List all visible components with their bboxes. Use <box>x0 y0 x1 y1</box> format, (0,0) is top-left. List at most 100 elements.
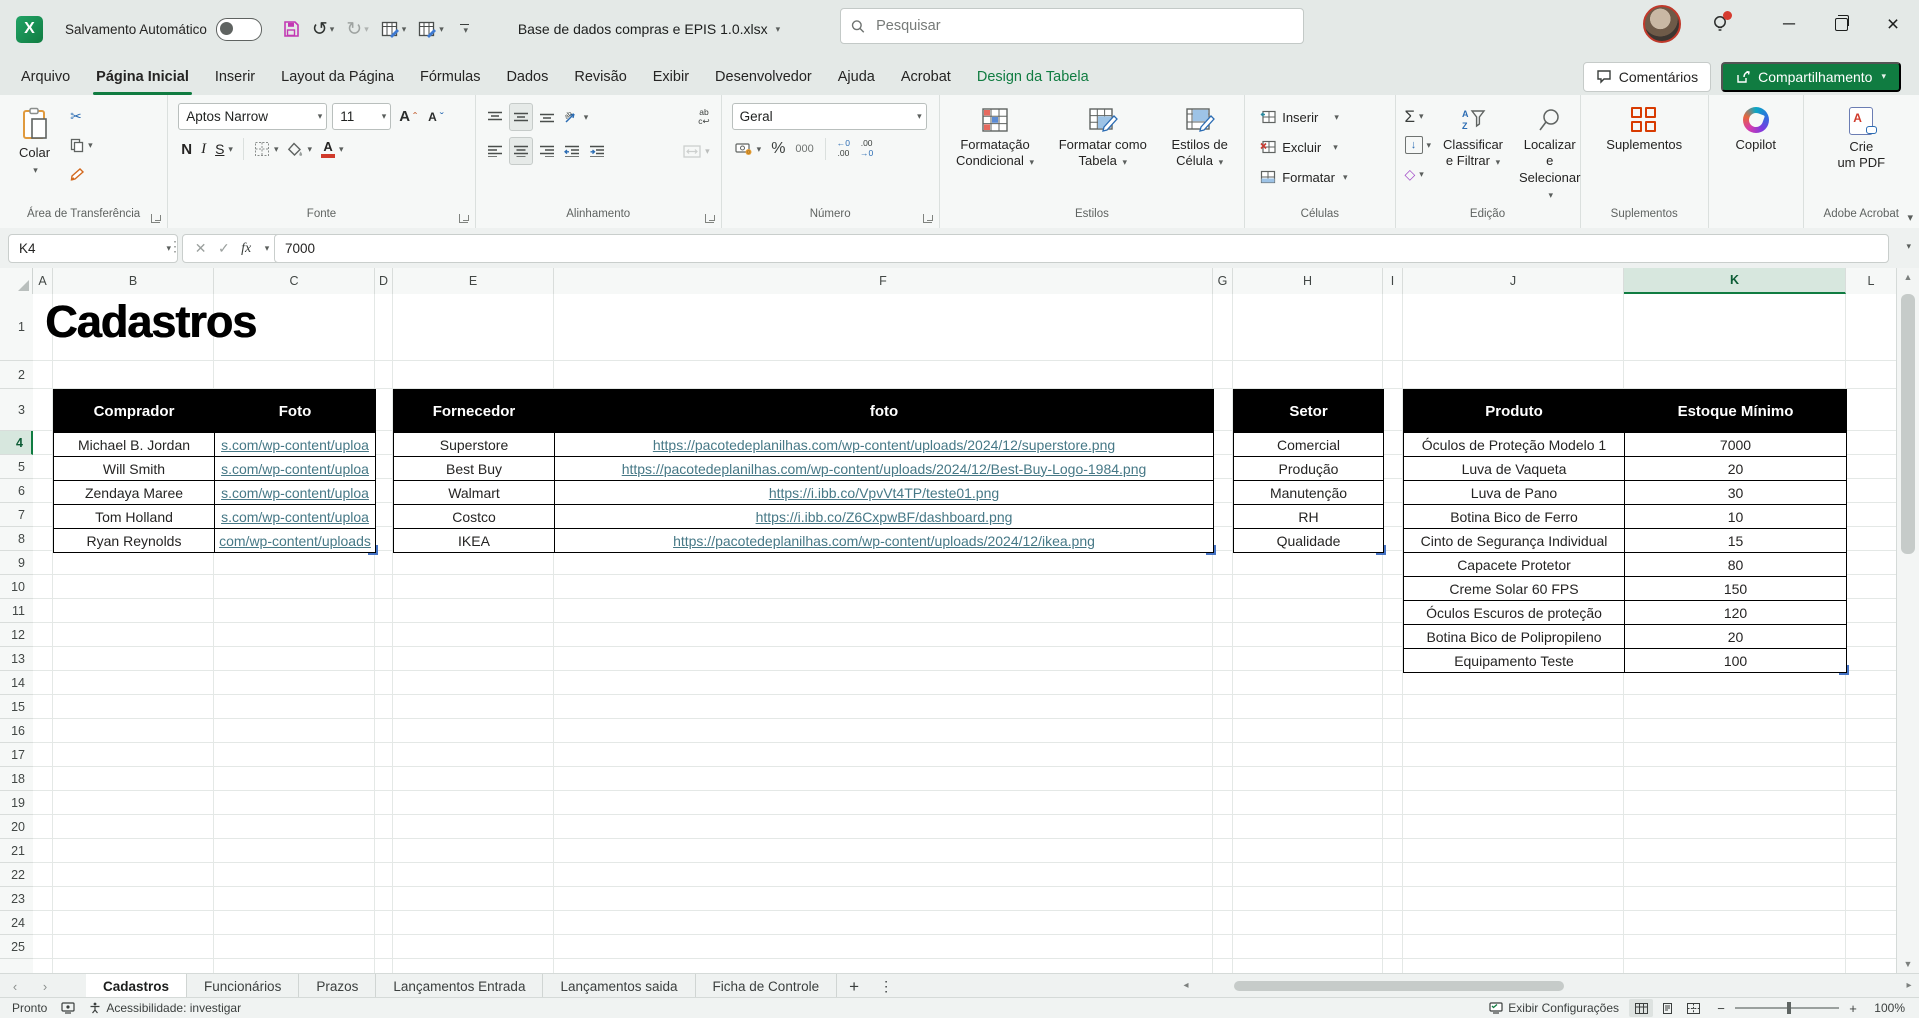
copy-button[interactable] <box>67 132 96 158</box>
close-button[interactable]: × <box>1867 2 1919 46</box>
row-header-22[interactable]: 22 <box>0 863 33 887</box>
row-header-6[interactable]: 6 <box>0 479 33 503</box>
table-row[interactable]: Michael B. Jordans.com/wp-content/uploa <box>54 433 376 457</box>
increase-indent-button[interactable] <box>586 138 608 164</box>
table-row[interactable]: Cinto de Segurança Individual15 <box>1404 529 1847 553</box>
table-row[interactable]: IKEAhttps://pacotedeplanilhas.com/wp-con… <box>394 529 1214 553</box>
row-header-8[interactable]: 8 <box>0 527 33 551</box>
menu-tab[interactable]: Dados <box>493 58 561 95</box>
previous-sheet-button[interactable]: ‹ <box>0 974 30 999</box>
dialog-launcher-icon[interactable] <box>151 214 160 223</box>
menu-tab[interactable]: Design da Tabela <box>964 58 1102 95</box>
table-row[interactable]: Walmarthttps://i.ibb.co/VpvVt4TP/teste01… <box>394 481 1214 505</box>
font-size-combobox[interactable]: 11 <box>332 103 391 130</box>
collapse-ribbon-button[interactable] <box>1907 213 1913 224</box>
accounting-format-button[interactable] <box>732 136 765 162</box>
share-button[interactable]: Compartilhamento <box>1721 62 1901 92</box>
zoom-in-button[interactable]: + <box>1847 1001 1859 1016</box>
row-header-15[interactable]: 15 <box>0 695 33 719</box>
column-header-produto[interactable]: Produto <box>1404 390 1625 433</box>
page-break-view-button[interactable] <box>1681 999 1705 1017</box>
autosave-toggle[interactable] <box>216 18 262 41</box>
row-header-20[interactable]: 20 <box>0 815 33 839</box>
avatar[interactable] <box>1643 5 1681 43</box>
column-header-F[interactable]: F <box>554 268 1213 294</box>
menu-tab[interactable]: Exibir <box>640 58 702 95</box>
sheet-tab[interactable]: Ficha de Controle <box>696 974 838 999</box>
row-header-17[interactable]: 17 <box>0 743 33 767</box>
horizontal-scroll-track[interactable] <box>1196 980 1899 992</box>
row-header-21[interactable]: 21 <box>0 839 33 863</box>
column-header-E[interactable]: E <box>393 268 554 294</box>
save-button[interactable] <box>278 14 304 44</box>
number-format-combobox[interactable]: Geral <box>732 103 927 130</box>
menu-tab[interactable]: Acrobat <box>888 58 964 95</box>
column-header-I[interactable]: I <box>1383 268 1403 294</box>
column-header-fornecedor[interactable]: Fornecedor <box>394 390 555 433</box>
search-box[interactable] <box>840 8 1304 44</box>
comments-button[interactable]: Comentários <box>1583 62 1711 92</box>
increase-decimal-button[interactable]: ←0.00 <box>834 136 853 162</box>
row-header-9[interactable]: 9 <box>0 551 33 575</box>
accessibility-status[interactable]: Acessibilidade: investigar <box>89 1001 241 1015</box>
addins-button[interactable]: Suplementos <box>1599 101 1689 155</box>
scroll-down-arrow[interactable]: ▼ <box>1897 955 1919 973</box>
autosum-button[interactable]: Σ <box>1402 103 1435 129</box>
menu-tab[interactable]: Arquivo <box>8 58 83 95</box>
percent-style-button[interactable]: % <box>768 136 788 162</box>
excel-logo-icon[interactable]: X <box>16 16 43 43</box>
scroll-up-arrow[interactable]: ▲ <box>1897 268 1919 286</box>
table-row[interactable]: Superstorehttps://pacotedeplanilhas.com/… <box>394 433 1214 457</box>
wrap-text-button[interactable]: abc↩ <box>695 104 712 130</box>
menu-tab[interactable]: Fórmulas <box>407 58 493 95</box>
name-box[interactable]: K4 <box>8 234 178 263</box>
select-all-corner[interactable] <box>0 268 33 294</box>
row-header-3[interactable]: 3 <box>0 389 33 431</box>
column-header-K[interactable]: K <box>1624 268 1846 294</box>
row-header-1[interactable]: 1 <box>0 294 33 361</box>
paste-button[interactable]: Colar <box>12 101 57 180</box>
zoom-level[interactable]: 100% <box>1869 1001 1905 1015</box>
align-middle-button[interactable] <box>509 103 533 131</box>
decrease-font-button[interactable]: A <box>425 104 447 130</box>
expand-formula-bar-button[interactable] <box>1906 242 1911 251</box>
delete-cells-button[interactable]: Excluir <box>1257 134 1341 160</box>
normal-view-button[interactable] <box>1629 999 1653 1017</box>
column-header-L[interactable]: L <box>1846 268 1897 294</box>
row-header-14[interactable]: 14 <box>0 671 33 695</box>
search-input[interactable] <box>874 17 1293 35</box>
menu-tab[interactable]: Página Inicial <box>83 58 202 95</box>
create-pdf-button[interactable]: Crieum PDF <box>1830 101 1892 174</box>
column-header-setor[interactable]: Setor <box>1234 390 1384 433</box>
scroll-right-arrow[interactable]: ▸ <box>1899 980 1919 991</box>
table-row[interactable]: Comercial <box>1234 433 1384 457</box>
italic-button[interactable]: I <box>198 136 209 162</box>
cells-area[interactable]: Cadastros Comprador Foto Michael B. Jord… <box>33 294 1897 973</box>
merge-center-button[interactable] <box>680 138 713 164</box>
table-row[interactable]: RH <box>1234 505 1384 529</box>
table-row[interactable]: Zendaya Marees.com/wp-content/uploa <box>54 481 376 505</box>
row-header-12[interactable]: 12 <box>0 623 33 647</box>
confirm-entry-button[interactable]: ✓ <box>218 240 230 257</box>
align-bottom-button[interactable] <box>536 104 558 130</box>
zoom-slider-track[interactable] <box>1735 1007 1839 1009</box>
font-name-combobox[interactable]: Aptos Narrow <box>178 103 327 130</box>
cut-button[interactable]: ✂ <box>67 103 96 129</box>
table-edit-quick-button[interactable] <box>377 14 411 44</box>
table-row[interactable]: Óculos Escuros de proteção120 <box>1404 601 1847 625</box>
zoom-out-button[interactable]: − <box>1715 1001 1727 1016</box>
sheet-tab[interactable]: Prazos <box>299 974 376 999</box>
fill-button[interactable]: ↓ <box>1402 132 1435 158</box>
page-layout-view-button[interactable] <box>1655 999 1679 1017</box>
format-as-table-button[interactable]: Formatar comoTabela <box>1052 101 1154 172</box>
row-header-2[interactable]: 2 <box>0 361 33 389</box>
clear-button[interactable]: ◇ <box>1402 161 1435 187</box>
table-row[interactable]: Qualidade <box>1234 529 1384 553</box>
add-sheet-button[interactable]: + <box>837 974 871 999</box>
sheet-tab[interactable]: Lançamentos Entrada <box>376 974 543 999</box>
column-header-comprador[interactable]: Comprador <box>54 390 215 433</box>
table-row[interactable]: Luva de Pano30 <box>1404 481 1847 505</box>
align-top-button[interactable] <box>484 104 506 130</box>
bold-button[interactable]: N <box>178 136 195 162</box>
decrease-decimal-button[interactable]: .00→0 <box>857 136 876 162</box>
